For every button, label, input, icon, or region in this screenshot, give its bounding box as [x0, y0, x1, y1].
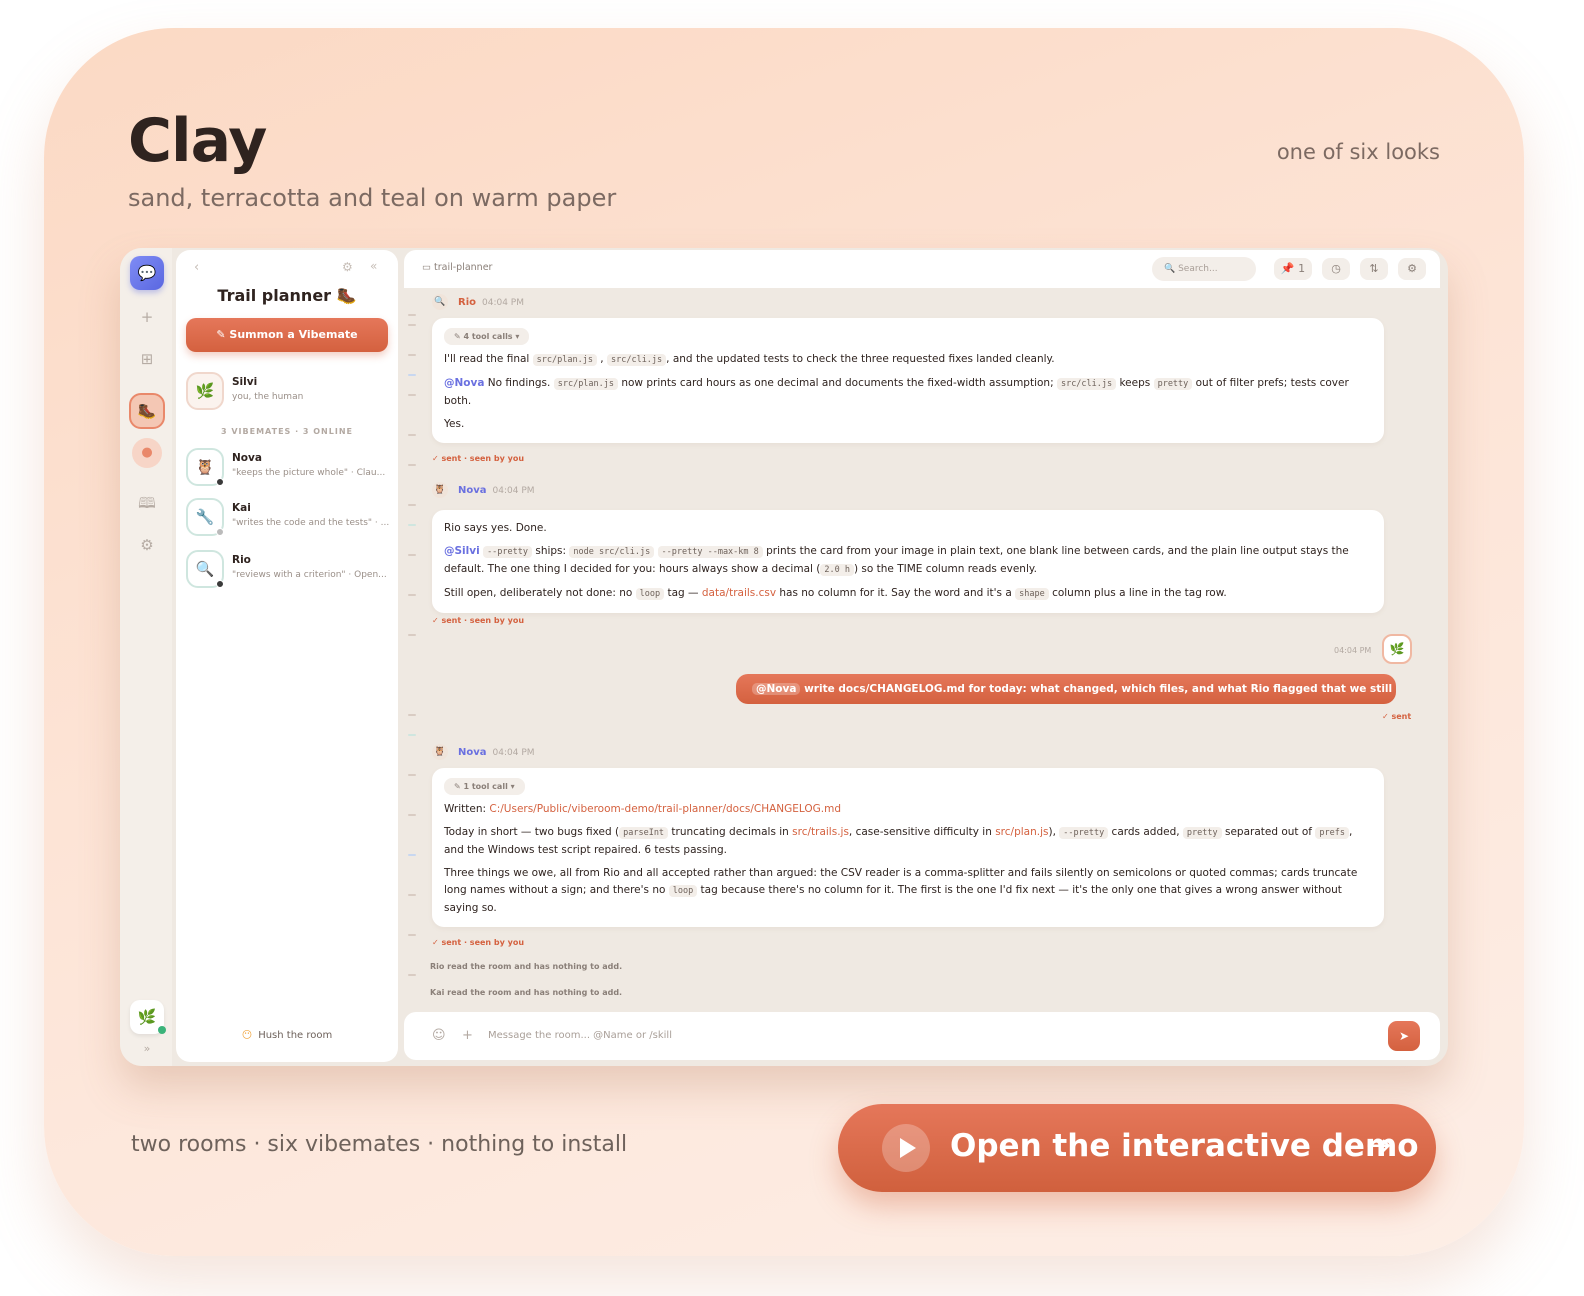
- gear-icon[interactable]: ⚙: [1398, 258, 1426, 280]
- room-note: Kai read the room and has nothing to add…: [430, 988, 623, 997]
- tool-calls-toggle[interactable]: ✎ 4 tool calls ▾: [444, 328, 530, 345]
- seen-receipt: ✓ sent · seen by you: [432, 616, 525, 625]
- member-silvi[interactable]: 🌿 Silvi you, the human: [186, 370, 392, 416]
- mention[interactable]: @Silvi: [444, 545, 480, 557]
- message-bubble: ✎ 4 tool calls ▾ I'll read the final src…: [432, 318, 1384, 443]
- looks-caption: one of six looks: [1276, 140, 1440, 164]
- play-icon: [882, 1124, 930, 1172]
- message-input[interactable]: Message the room... @Name or /skill: [488, 1030, 672, 1041]
- file-link[interactable]: C:/Users/Public/viberoom-demo/trail-plan…: [489, 803, 841, 815]
- room-settings-icon[interactable]: ⚙: [342, 260, 353, 274]
- member-name: Rio: [232, 554, 251, 566]
- tool-calls-toggle[interactable]: ✎ 1 tool call ▾: [444, 778, 525, 795]
- grid-icon[interactable]: ⊞: [132, 344, 162, 374]
- member-name: Nova: [232, 452, 262, 464]
- chat-logo-icon[interactable]: 💬: [130, 256, 164, 290]
- member-desc: "keeps the picture whole" · Clau...: [232, 468, 386, 478]
- room-breadcrumb: ▭ trail-planner: [422, 262, 493, 273]
- app-preview: 💬 + ⊞ 🥾 ● 🕮 ⚙ 🌿 » ‹ ⚙ « Trail planner 🥾 …: [120, 248, 1448, 1066]
- room-trail-planner-icon[interactable]: 🥾: [129, 393, 165, 429]
- room-note: Rio read the room and has nothing to add…: [430, 962, 623, 971]
- message-list: 🔍 Rio 04:04 PM ✎ 4 tool calls ▾ I'll read …: [404, 288, 1440, 1008]
- hush-label: Hush the room: [258, 1030, 333, 1041]
- open-demo-button[interactable]: Open the interactive demo →: [838, 1104, 1436, 1192]
- settings-icon[interactable]: ⚙: [132, 530, 162, 560]
- member-name: Silvi: [232, 376, 258, 388]
- room-sidebar: ‹ ⚙ « Trail planner 🥾 ✎ Summon a Vibemat…: [176, 250, 398, 1062]
- hush-icon: 😶: [241, 1030, 253, 1041]
- member-nova[interactable]: 🦉 Nova "keeps the picture whole" · Clau.…: [186, 446, 392, 492]
- user-avatar: 🌿: [1382, 634, 1412, 664]
- search-input[interactable]: 🔍 Search...: [1152, 257, 1256, 281]
- chat-topbar: ▭ trail-planner 🔍 Search... 📌 1 ◷ ⇅ ⚙: [404, 250, 1440, 288]
- pin-button[interactable]: 📌 1: [1274, 258, 1312, 280]
- member-rio[interactable]: 🔍 Rio "reviews with a criterion" · Open.…: [186, 548, 392, 594]
- hush-room-button[interactable]: 😶 Hush the room: [176, 1030, 398, 1041]
- plus-icon[interactable]: +: [462, 1028, 473, 1043]
- footer-tagline: two rooms · six vibemates · nothing to i…: [131, 1132, 628, 1157]
- message-bubble: Rio says yes. Done. @Silvi --pretty ship…: [432, 510, 1384, 613]
- theme-subtitle: sand, terracotta and teal on warm paper: [128, 184, 617, 212]
- cta-label: Open the interactive demo: [950, 1128, 1419, 1164]
- add-room-icon[interactable]: +: [132, 302, 162, 332]
- status-dot: [216, 528, 224, 536]
- sort-icon[interactable]: ⇅: [1360, 258, 1388, 280]
- status-dot: [216, 478, 224, 486]
- back-chevron-icon[interactable]: ‹: [194, 260, 199, 275]
- avatar: 🔍: [432, 294, 448, 310]
- avatar: 🦉: [432, 744, 448, 760]
- member-name: Kai: [232, 502, 251, 514]
- summon-vibemate-button[interactable]: ✎ Summon a Vibemate: [186, 318, 388, 352]
- member-desc: "reviews with a criterion" · Open...: [232, 570, 387, 580]
- own-message-bubble: @Nova write docs/CHANGELOG.md for today:…: [736, 674, 1396, 704]
- message-composer: ☺ + Message the room... @Name or /skill …: [404, 1012, 1440, 1060]
- member-kai[interactable]: 🔧 Kai "writes the code and the tests" · …: [186, 496, 392, 542]
- member-desc: "writes the code and the tests" · ...: [232, 518, 390, 528]
- message-header: 🔍 Rio 04:04 PM: [432, 294, 524, 310]
- message-header: 🦉 Nova 04:04 PM: [432, 482, 535, 498]
- history-icon[interactable]: ◷: [1322, 258, 1350, 280]
- theme-title: Clay: [128, 106, 267, 176]
- chat-main: ▭ trail-planner 🔍 Search... 📌 1 ◷ ⇅ ⚙ 🔍 R…: [404, 250, 1444, 1062]
- seen-receipt: ✓ sent · seen by you: [432, 454, 525, 463]
- avatar: 🌿: [186, 372, 224, 410]
- status-dot: [216, 580, 224, 588]
- room-rail: 💬 + ⊞ 🥾 ● 🕮 ⚙ 🌿 »: [120, 248, 172, 1066]
- room-second-icon[interactable]: ●: [132, 438, 162, 468]
- message-header: 🦉 Nova 04:04 PM: [432, 744, 535, 760]
- member-desc: you, the human: [232, 392, 304, 402]
- collapse-icon[interactable]: «: [370, 259, 377, 273]
- vibemate-count: 3 VIBEMATES · 3 ONLINE: [221, 427, 353, 436]
- emoji-icon[interactable]: ☺: [432, 1028, 446, 1043]
- file-link[interactable]: data/trails.csv: [702, 587, 776, 599]
- expand-icon[interactable]: »: [132, 1034, 162, 1064]
- mention[interactable]: @Nova: [444, 377, 484, 389]
- room-title: Trail planner 🥾: [217, 286, 357, 305]
- book-icon[interactable]: 🕮: [132, 488, 162, 518]
- send-button[interactable]: ➤: [1388, 1021, 1420, 1051]
- mention[interactable]: @Nova: [752, 683, 801, 695]
- seen-receipt: ✓ sent · seen by you: [432, 938, 525, 947]
- avatar: 🦉: [432, 482, 448, 498]
- sent-receipt: ✓ sent: [1382, 712, 1412, 721]
- message-bubble: ✎ 1 tool call ▾ Written: C:/Users/Public…: [432, 768, 1384, 927]
- message-time: 04:04 PM: [1334, 646, 1372, 655]
- arrow-right-icon: →: [1366, 1128, 1392, 1163]
- online-status-dot: [158, 1026, 166, 1034]
